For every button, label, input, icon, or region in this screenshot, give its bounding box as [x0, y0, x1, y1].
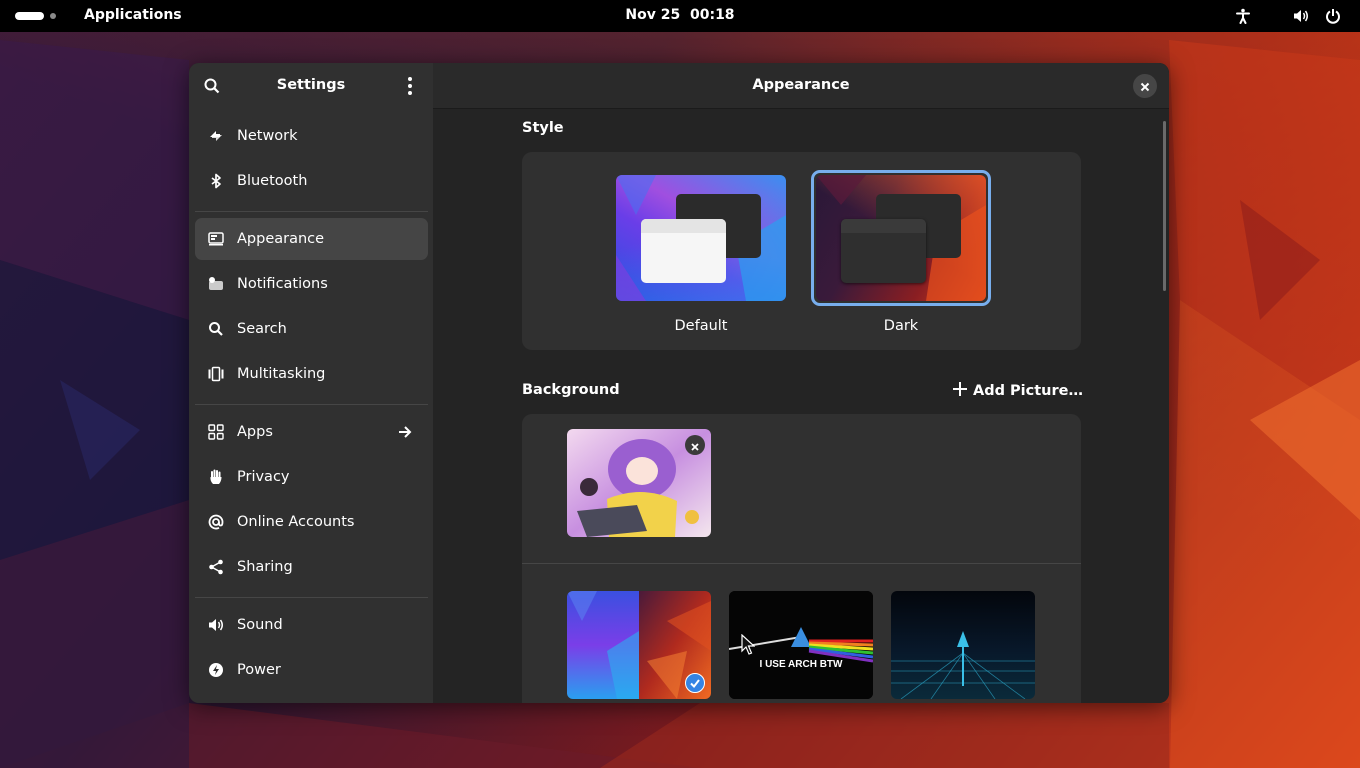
- style-option-default[interactable]: Default: [611, 170, 791, 334]
- accessibility-icon[interactable]: [1234, 7, 1252, 25]
- sidebar-item-label: Network: [237, 128, 298, 144]
- sidebar-item-network[interactable]: Network: [195, 115, 428, 157]
- checkmark-icon: [689, 674, 701, 693]
- background-section-label: Background: [522, 382, 620, 398]
- mini-window-front: [641, 219, 726, 283]
- sidebar-item-label: Privacy: [237, 469, 290, 485]
- sidebar-item-search[interactable]: Search: [195, 308, 428, 350]
- sidebar-item-label: Power: [237, 662, 281, 678]
- power-icon[interactable]: [1324, 7, 1342, 25]
- sidebar-title: Settings: [276, 77, 346, 93]
- sidebar-separator: [195, 404, 428, 405]
- network-icon: [207, 127, 225, 145]
- page-title: Appearance: [752, 77, 850, 93]
- wallpaper-arch-neon-grid[interactable]: [891, 591, 1035, 699]
- sidebar-item-label: Sound: [237, 617, 283, 633]
- style-preview-dark: [816, 175, 986, 301]
- sidebar-item-label: Online Accounts: [237, 514, 355, 530]
- style-section-label: Style: [522, 120, 564, 136]
- background-card: I USE ARCH BTW: [522, 414, 1081, 703]
- wallpaper-gnome-default-split[interactable]: [567, 591, 711, 699]
- remove-wallpaper-button[interactable]: [685, 435, 705, 455]
- sidebar-item-label: Appearance: [237, 231, 325, 247]
- sidebar-separator: [195, 211, 428, 212]
- activities-indicator[interactable]: [15, 12, 56, 20]
- workspace-active-pill: [15, 12, 44, 20]
- settings-window: Settings Network Bluetooth Appearance No…: [189, 63, 1169, 703]
- add-picture-label: Add Picture…: [973, 383, 1083, 399]
- sidebar-item-power[interactable]: Power: [195, 649, 428, 691]
- close-button[interactable]: [1133, 74, 1157, 98]
- sidebar-item-label: Bluetooth: [237, 173, 308, 189]
- system-tray[interactable]: [1234, 7, 1342, 25]
- sidebar-item-label: Sharing: [237, 559, 293, 575]
- close-icon: [691, 436, 699, 455]
- sidebar-item-privacy[interactable]: Privacy: [195, 456, 428, 498]
- style-thumbnail-frame: [611, 170, 791, 306]
- sidebar-item-apps[interactable]: Apps: [195, 411, 428, 453]
- appearance-icon: [207, 230, 225, 248]
- sidebar-header: Settings: [189, 63, 433, 109]
- sidebar-item-appearance[interactable]: Appearance: [195, 218, 428, 260]
- scrollbar[interactable]: [1163, 121, 1166, 291]
- applications-menu[interactable]: Applications: [84, 7, 182, 23]
- mini-window-front: [841, 219, 926, 283]
- sidebar-item-bluetooth[interactable]: Bluetooth: [195, 160, 428, 202]
- sidebar-item-notifications[interactable]: Notifications: [195, 263, 428, 305]
- style-option-label: Default: [674, 318, 728, 334]
- wallpaper-caption: I USE ARCH BTW: [759, 659, 843, 670]
- style-thumbnail-frame-selected: [811, 170, 991, 306]
- style-option-dark[interactable]: Dark: [811, 170, 991, 334]
- volume-icon[interactable]: [1292, 7, 1310, 25]
- at-sign-icon: [207, 513, 225, 531]
- close-icon: [1140, 77, 1150, 96]
- selected-check-badge: [685, 673, 705, 693]
- add-picture-button[interactable]: Add Picture…: [953, 382, 1083, 400]
- multitasking-icon: [207, 365, 225, 383]
- clock-container: Nov 25 00:18: [0, 7, 1360, 23]
- sidebar-item-label: Notifications: [237, 276, 328, 292]
- sidebar-item-label: Search: [237, 321, 287, 337]
- sidebar-item-online-accounts[interactable]: Online Accounts: [195, 501, 428, 543]
- sidebar: Settings Network Bluetooth Appearance No…: [189, 63, 433, 703]
- bluetooth-icon: [207, 172, 225, 190]
- speaker-icon: [207, 616, 225, 634]
- sidebar-item-sound[interactable]: Sound: [195, 604, 428, 646]
- share-icon: [207, 558, 225, 576]
- wallpaper-anime-artwork[interactable]: [567, 429, 711, 537]
- style-preview-default: [616, 175, 786, 301]
- plus-icon: [953, 382, 967, 400]
- top-bar: Applications Nov 25 00:18: [0, 0, 1360, 32]
- style-card: Default Dark: [522, 152, 1081, 350]
- content-header: Appearance: [433, 63, 1169, 109]
- sidebar-item-sharing[interactable]: Sharing: [195, 546, 428, 588]
- hand-icon: [207, 468, 225, 486]
- power-bolt-icon: [207, 661, 225, 679]
- style-option-label: Dark: [883, 318, 919, 334]
- kebab-menu-icon[interactable]: [401, 76, 419, 96]
- mouse-cursor: [741, 634, 755, 655]
- sidebar-item-label: Apps: [237, 424, 273, 440]
- notifications-icon: [207, 275, 225, 293]
- search-icon: [207, 320, 225, 338]
- arrow-right-icon: [396, 423, 414, 441]
- sidebar-separator: [195, 597, 428, 598]
- background-divider: [522, 563, 1081, 564]
- clock[interactable]: Nov 25 00:18: [625, 7, 734, 23]
- sidebar-item-multitasking[interactable]: Multitasking: [195, 353, 428, 395]
- sidebar-item-label: Multitasking: [237, 366, 326, 382]
- apps-grid-icon: [207, 423, 225, 441]
- content-pane: Appearance Style Default Dark Background…: [433, 63, 1169, 703]
- workspace-dot: [50, 13, 56, 19]
